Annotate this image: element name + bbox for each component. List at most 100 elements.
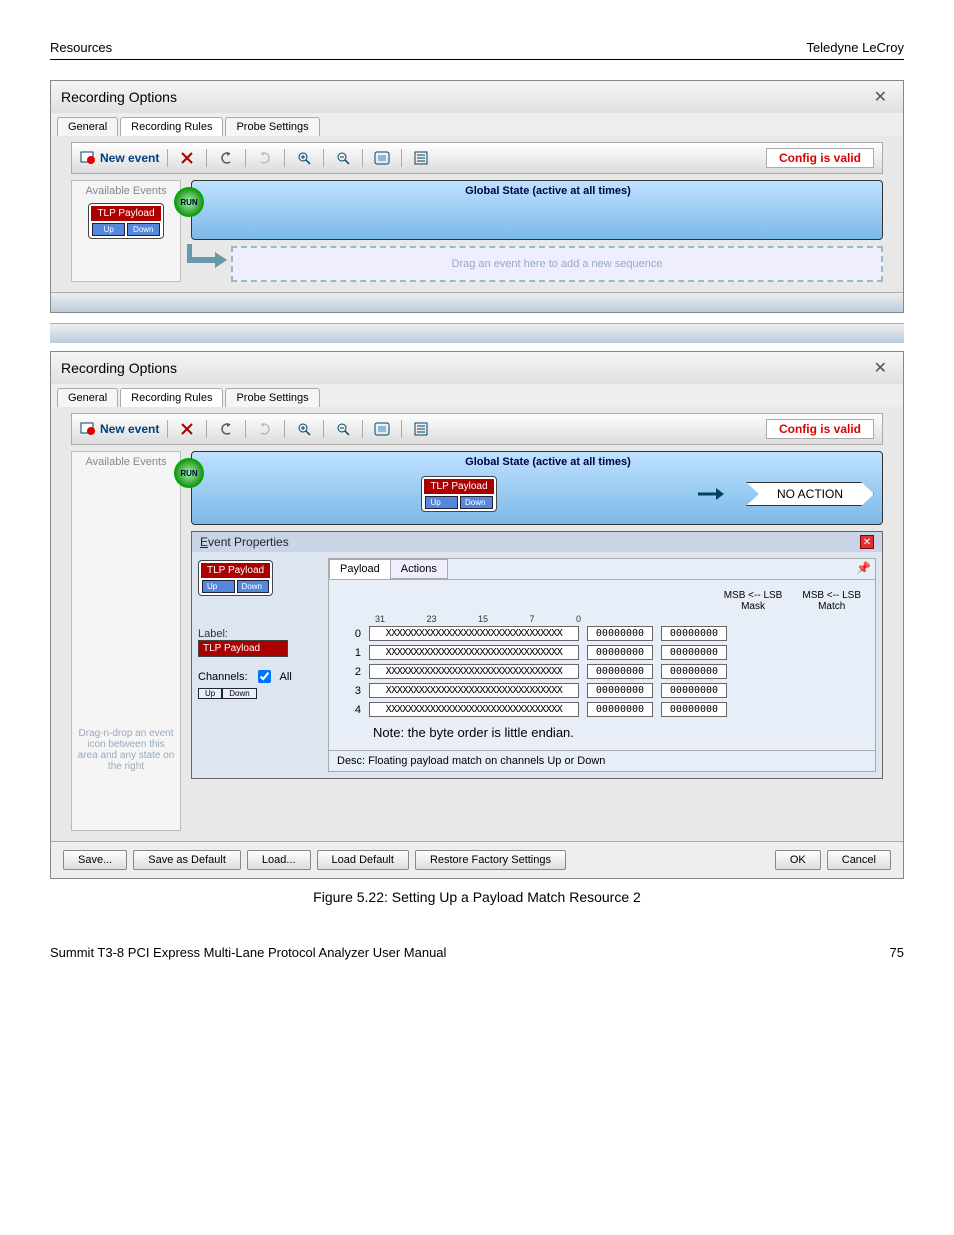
header-right: Teledyne LeCroy bbox=[806, 40, 904, 55]
save-default-button[interactable]: Save as Default bbox=[133, 850, 241, 870]
dialog-footer: Save... Save as Default Load... Load Def… bbox=[51, 841, 903, 878]
undo-icon[interactable] bbox=[215, 418, 237, 440]
payload-row: 3 XXXXXXXXXXXXXXXXXXXXXXXXXXXXXXXX 00000… bbox=[343, 683, 861, 698]
payload-row: 0 XXXXXXXXXXXXXXXXXXXXXXXXXXXXXXXX 00000… bbox=[343, 626, 861, 641]
channels-label: Channels: bbox=[198, 671, 248, 683]
zoom-out-icon[interactable] bbox=[332, 418, 354, 440]
available-events-panel: Available Events Drag-n-drop an event ic… bbox=[71, 451, 181, 831]
new-event-button[interactable]: New event bbox=[80, 151, 159, 165]
tab-probe-settings[interactable]: Probe Settings bbox=[225, 388, 319, 407]
label-input[interactable] bbox=[198, 640, 288, 657]
settings-icon[interactable] bbox=[410, 147, 432, 169]
fit-icon[interactable] bbox=[371, 418, 393, 440]
mask-input[interactable]: 00000000 bbox=[587, 645, 653, 660]
close-icon[interactable]: ✕ bbox=[868, 87, 893, 107]
event-properties-right: 📌 Payload Actions MSB <-- LSB Mask bbox=[328, 558, 876, 772]
event-properties-title: EEvent Propertiesvent Properties bbox=[200, 535, 289, 549]
match-col-label: Match bbox=[802, 601, 861, 612]
tab-payload[interactable]: Payload bbox=[329, 559, 391, 579]
footer-right: 75 bbox=[890, 945, 904, 960]
mask-input[interactable]: 00000000 bbox=[587, 664, 653, 679]
new-event-icon bbox=[80, 151, 96, 165]
new-event-icon bbox=[80, 422, 96, 436]
page-header: Resources Teledyne LeCroy bbox=[50, 40, 904, 60]
bits-input[interactable]: XXXXXXXXXXXXXXXXXXXXXXXXXXXXXXXX bbox=[369, 702, 579, 717]
separator bbox=[51, 292, 903, 312]
close-icon[interactable]: ✕ bbox=[860, 535, 874, 549]
payload-row: 4 XXXXXXXXXXXXXXXXXXXXXXXXXXXXXXXX 00000… bbox=[343, 702, 861, 717]
tabs-2: General Recording Rules Probe Settings bbox=[51, 384, 903, 407]
titlebar-2: Recording Options ✕ bbox=[51, 352, 903, 384]
drag-zone[interactable]: Drag an event here to add a new sequence bbox=[231, 246, 883, 282]
mask-input[interactable]: 00000000 bbox=[587, 626, 653, 641]
no-action-pill[interactable]: NO ACTION bbox=[746, 482, 874, 506]
match-input[interactable]: 00000000 bbox=[661, 683, 727, 698]
sidebar-title: Available Events bbox=[76, 456, 176, 468]
dialog-recording-options-2: Recording Options ✕ General Recording Ru… bbox=[50, 351, 904, 879]
dialog-title: Recording Options bbox=[61, 360, 177, 376]
titlebar-1: Recording Options ✕ bbox=[51, 81, 903, 113]
run-icon: RUN bbox=[174, 187, 204, 217]
arrow-icon bbox=[696, 484, 726, 504]
channels-all-checkbox[interactable] bbox=[258, 670, 271, 683]
tlp-payload-chip[interactable]: TLP Payload Up Down bbox=[198, 560, 273, 596]
redo-icon[interactable] bbox=[254, 418, 276, 440]
close-icon[interactable]: ✕ bbox=[868, 358, 893, 378]
delete-icon[interactable] bbox=[176, 418, 198, 440]
mask-input[interactable]: 00000000 bbox=[587, 702, 653, 717]
toolbar-2: New event Config is valid bbox=[71, 413, 883, 445]
canvas-1[interactable]: RUN Global State (active at all times) D… bbox=[191, 180, 883, 282]
undo-icon[interactable] bbox=[215, 147, 237, 169]
zoom-out-icon[interactable] bbox=[332, 147, 354, 169]
desc-bar: Desc: Floating payload match on channels… bbox=[329, 750, 875, 771]
bits-input[interactable]: XXXXXXXXXXXXXXXXXXXXXXXXXXXXXXXX bbox=[369, 664, 579, 679]
zoom-in-icon[interactable] bbox=[293, 418, 315, 440]
save-button[interactable]: Save... bbox=[63, 850, 127, 870]
load-default-button[interactable]: Load Default bbox=[317, 850, 409, 870]
channel-updown[interactable]: Up Down bbox=[198, 688, 318, 699]
bits-input[interactable]: XXXXXXXXXXXXXXXXXXXXXXXXXXXXXXXX bbox=[369, 683, 579, 698]
byte-order-note: Note: the byte order is little endian. bbox=[373, 725, 861, 740]
toolbar-1: New event Config is valid bbox=[71, 142, 883, 174]
event-properties-left: TLP Payload Up Down Label: bbox=[198, 558, 318, 772]
load-button[interactable]: Load... bbox=[247, 850, 311, 870]
match-input[interactable]: 00000000 bbox=[661, 702, 727, 717]
match-input[interactable]: 00000000 bbox=[661, 645, 727, 660]
available-events-panel: Available Events TLP Payload Up Down bbox=[71, 180, 181, 282]
mask-input[interactable]: 00000000 bbox=[587, 683, 653, 698]
run-icon: RUN bbox=[174, 458, 204, 488]
tab-actions[interactable]: Actions bbox=[390, 559, 448, 579]
canvas-2[interactable]: RUN Global State (active at all times) T… bbox=[191, 451, 883, 831]
tab-recording-rules[interactable]: Recording Rules bbox=[120, 388, 223, 407]
ok-button[interactable]: OK bbox=[775, 850, 821, 870]
tlp-payload-chip[interactable]: TLP Payload Up Down bbox=[88, 203, 163, 239]
msb-match-label: MSB <-- LSB bbox=[802, 590, 861, 601]
tab-general[interactable]: General bbox=[57, 388, 118, 407]
tab-recording-rules[interactable]: Recording Rules bbox=[120, 117, 223, 136]
new-event-button[interactable]: New event bbox=[80, 422, 159, 436]
restore-button[interactable]: Restore Factory Settings bbox=[415, 850, 566, 870]
separator bbox=[50, 323, 904, 343]
payload-row: 1 XXXXXXXXXXXXXXXXXXXXXXXXXXXXXXXX 00000… bbox=[343, 645, 861, 660]
redo-icon[interactable] bbox=[254, 147, 276, 169]
payload-grid: MSB <-- LSB Mask MSB <-- LSB Match bbox=[329, 580, 875, 750]
global-state-box[interactable]: RUN Global State (active at all times) bbox=[191, 180, 883, 240]
payload-row: 2 XXXXXXXXXXXXXXXXXXXXXXXXXXXXXXXX 00000… bbox=[343, 664, 861, 679]
zoom-in-icon[interactable] bbox=[293, 147, 315, 169]
delete-icon[interactable] bbox=[176, 147, 198, 169]
global-state-box[interactable]: RUN Global State (active at all times) T… bbox=[191, 451, 883, 525]
tlp-payload-chip[interactable]: TLP Payload Up Down bbox=[421, 476, 496, 512]
settings-icon[interactable] bbox=[410, 418, 432, 440]
match-input[interactable]: 00000000 bbox=[661, 626, 727, 641]
fit-icon[interactable] bbox=[371, 147, 393, 169]
pin-icon[interactable]: 📌 bbox=[856, 561, 871, 575]
bits-input[interactable]: XXXXXXXXXXXXXXXXXXXXXXXXXXXXXXXX bbox=[369, 645, 579, 660]
cancel-button[interactable]: Cancel bbox=[827, 850, 891, 870]
match-input[interactable]: 00000000 bbox=[661, 664, 727, 679]
tab-probe-settings[interactable]: Probe Settings bbox=[225, 117, 319, 136]
tab-general[interactable]: General bbox=[57, 117, 118, 136]
channels-all-label: All bbox=[280, 671, 292, 683]
dialog-title: Recording Options bbox=[61, 89, 177, 105]
bits-input[interactable]: XXXXXXXXXXXXXXXXXXXXXXXXXXXXXXXX bbox=[369, 626, 579, 641]
figure-caption: Figure 5.22: Setting Up a Payload Match … bbox=[50, 889, 904, 905]
